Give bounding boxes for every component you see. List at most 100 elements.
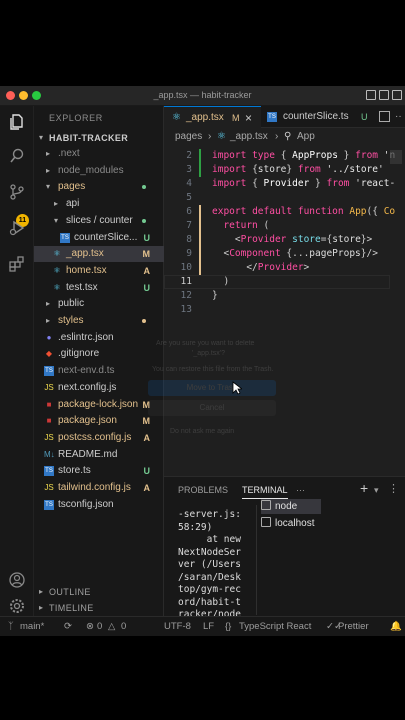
toggle-panel-icon[interactable] — [379, 90, 389, 100]
code-text: import {store} from '../store' — [212, 164, 384, 175]
notifications-icon[interactable]: 🔔 — [390, 617, 402, 636]
tab-app-tsx[interactable]: ⚛ _app.tsx M × — [164, 106, 261, 128]
code-line[interactable]: 13 — [164, 303, 405, 317]
file-tree-item[interactable]: ⚛ _app.tsx M — [34, 246, 164, 263]
terminal-localhost[interactable]: localhost — [261, 516, 314, 531]
file-tree-label: pages — [58, 181, 86, 193]
end-of-line[interactable]: LF — [203, 617, 214, 636]
file-tree-item[interactable]: M↓ README.md — [34, 447, 164, 463]
tab-counterslice-ts[interactable]: TS counterSlice.ts U — [261, 106, 371, 128]
error-count[interactable]: 0 — [97, 617, 102, 636]
file-tree-label: api — [66, 198, 80, 210]
warning-count[interactable]: 0 — [121, 617, 126, 636]
run-debug-icon[interactable] — [7, 218, 27, 238]
breadcrumb-symbol[interactable]: App — [297, 128, 315, 146]
file-tree-item[interactable]: TS store.ts U — [34, 463, 164, 479]
file-tree-item[interactable]: ⚛ home.tsx A — [34, 263, 164, 279]
react-icon: ⚛ — [217, 131, 226, 142]
tab-problems[interactable]: PROBLEMS — [178, 485, 228, 495]
git-status-badge: U — [143, 466, 151, 477]
chevron-right-icon: › — [275, 131, 279, 142]
new-terminal-button[interactable]: + — [360, 480, 368, 496]
file-tree-label: node_modules — [58, 164, 124, 176]
file-tree-item[interactable]: ⚛ test.tsx U — [34, 280, 164, 296]
javascript-file-icon: JS — [44, 382, 54, 392]
typescript-file-icon: TS — [44, 466, 54, 477]
file-tree-label: slices / counter — [66, 214, 133, 226]
terminal-node[interactable]: node — [261, 499, 321, 514]
panel-more-icon[interactable]: ··· — [296, 485, 305, 495]
file-tree-item[interactable]: ■ package-lock.json M — [34, 397, 164, 413]
move-to-trash-button[interactable]: Move to Trash — [148, 380, 276, 396]
file-tree-item[interactable]: JS tailwind.config.js A — [34, 480, 164, 496]
file-tree-item[interactable]: TS counterSlice... U — [34, 230, 164, 246]
branch-name[interactable]: main* — [20, 617, 44, 636]
toggle-secondary-sidebar-icon[interactable] — [392, 90, 402, 100]
encoding[interactable]: UTF-8 — [164, 617, 191, 636]
react-icon: ⚛ — [172, 112, 181, 123]
file-tree-item[interactable]: ■ package.json M — [34, 413, 164, 429]
file-tree-item[interactable]: ▾ slices / counter — [34, 213, 164, 229]
file-tree-item[interactable]: ▸ .next — [34, 146, 164, 162]
file-tree-label: tailwind.config.js — [58, 482, 131, 493]
minimap[interactable] — [390, 150, 402, 164]
split-editor-icon[interactable] — [379, 111, 390, 122]
file-tree-item[interactable]: JS postcss.config.js A — [34, 430, 164, 446]
terminal-output[interactable]: -server.js: 58:29) at new NextNodeSer ve… — [178, 509, 258, 622]
breadcrumb-folder[interactable]: pages — [175, 128, 202, 146]
close-tab-icon[interactable]: × — [245, 107, 252, 129]
chevron-right-icon: ▸ — [39, 603, 44, 612]
formatter[interactable]: Prettier — [338, 617, 369, 636]
file-tree-item[interactable]: ▸ node_modules — [34, 163, 164, 179]
search-icon[interactable] — [7, 146, 27, 166]
file-tree-label: package-lock.json — [58, 398, 139, 410]
language-mode[interactable]: TypeScript React — [239, 617, 311, 636]
toggle-sidebar-icon[interactable] — [366, 90, 376, 100]
file-tree-item[interactable]: ▸ styles — [34, 313, 164, 329]
mouse-cursor — [232, 381, 242, 395]
file-tree-item[interactable]: ▾ pages — [34, 179, 164, 195]
chevron-right-icon: ▸ — [46, 316, 51, 325]
project-root[interactable]: ▾ HABIT-TRACKER — [34, 130, 164, 146]
outline-section[interactable]: ▸ OUTLINE — [34, 584, 164, 600]
file-tree-label: .eslintrc.json — [58, 331, 114, 343]
more-actions-icon[interactable]: ·· — [395, 106, 402, 128]
file-tree-item[interactable]: TS tsconfig.json — [34, 497, 164, 513]
timeline-section[interactable]: ▸ TIMELINE — [34, 600, 164, 616]
breadcrumb-file[interactable]: _app.tsx — [230, 128, 268, 146]
tab-terminal[interactable]: TERMINAL — [242, 485, 288, 499]
account-icon[interactable] — [7, 570, 27, 590]
file-tree-label: README.md — [58, 448, 118, 460]
react-icon: ⚛ — [53, 265, 61, 275]
error-icon: ⊗ — [86, 621, 94, 632]
javascript-file-icon: JS — [44, 483, 54, 492]
code-line[interactable]: 12} — [164, 289, 405, 303]
settings-gear-icon[interactable] — [7, 596, 27, 616]
typescript-file-icon: TS — [267, 112, 277, 122]
file-tree-item[interactable]: JS next.config.js — [34, 380, 164, 396]
code-line[interactable]: 5 — [164, 191, 405, 205]
file-tree-item[interactable]: ▸ public — [34, 296, 164, 312]
file-tree-label: tsconfig.json — [58, 498, 114, 510]
file-tree-label: .gitignore — [58, 348, 100, 360]
file-tree-item[interactable]: ◆ .gitignore — [34, 346, 164, 362]
file-tree-item[interactable]: ● .eslintrc.json — [34, 330, 164, 346]
line-number: 8 — [186, 234, 192, 245]
file-tree-item[interactable]: TS next-env.d.ts — [34, 363, 164, 379]
more-actions-icon[interactable]: ⋮ — [388, 482, 399, 495]
file-tree-item[interactable]: ▸ api — [34, 196, 164, 212]
project-name: HABIT-TRACKER — [49, 133, 129, 143]
npm-icon: ■ — [46, 399, 52, 409]
source-control-icon[interactable] — [7, 182, 27, 202]
extensions-icon[interactable] — [7, 254, 27, 274]
chevron-down-icon[interactable]: ▾ — [374, 485, 379, 496]
explorer-sidebar: EXPLORER ▾ HABIT-TRACKER ▸ .next ▸ node_mod… — [34, 106, 164, 616]
chevron-down-icon: ▾ — [39, 133, 44, 142]
sync-icon[interactable]: ⟳ — [64, 617, 72, 636]
code-line[interactable]: 4 import { Provider } from 'react- — [164, 177, 405, 191]
file-tree-label: next.config.js — [58, 381, 117, 393]
explorer-icon[interactable] — [7, 112, 27, 132]
dialog-checkbox-label[interactable]: Do not ask me again — [170, 428, 234, 435]
git-status-badge: U — [143, 282, 151, 293]
cancel-button[interactable]: Cancel — [148, 400, 276, 416]
